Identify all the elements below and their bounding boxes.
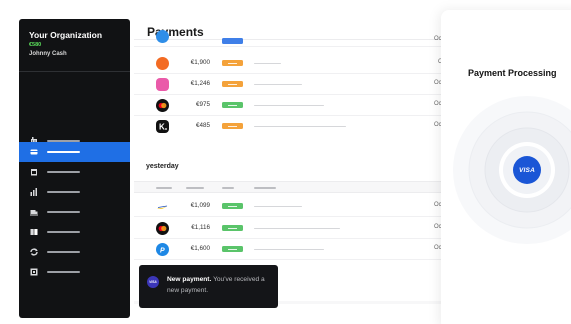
sidebar-item-shipping[interactable] (19, 202, 130, 222)
paypal-icon: P (160, 248, 165, 255)
table-header (134, 181, 454, 193)
sidebar: Your Organization €580 Johnny Cash (19, 19, 130, 318)
row-detail-line (254, 248, 324, 250)
payment-row[interactable]: €1,099 Oc (134, 196, 454, 217)
sidebar-item-label (47, 251, 80, 253)
chart-icon (30, 188, 37, 196)
status-pill (222, 81, 243, 87)
mastercard-icon (158, 225, 167, 232)
row-detail-line (254, 104, 324, 106)
truck-icon (30, 210, 38, 216)
sidebar-item-payments[interactable] (19, 142, 130, 162)
orange-logo (156, 57, 169, 70)
payment-row[interactable]: P €1,600 Oc (134, 239, 454, 260)
card-icon (30, 149, 38, 155)
status-pill (222, 203, 243, 209)
pink-logo (156, 78, 169, 91)
sidebar-item-label (47, 271, 80, 273)
payment-row[interactable]: K €485 Oc (134, 116, 454, 137)
status-pill (222, 225, 243, 231)
payment-row[interactable]: Oc (134, 30, 454, 47)
sidebar-item-label (47, 191, 80, 193)
header-col (222, 187, 234, 189)
klarna-logo: K (156, 120, 169, 133)
status-pill (222, 38, 243, 44)
payment-row[interactable]: €1,900 C (134, 53, 454, 74)
org-balance: €580 (29, 42, 42, 48)
banana-logo (156, 200, 169, 213)
status-pill (222, 246, 243, 252)
payment-toast[interactable]: VISA New payment. You've received a new … (139, 265, 278, 308)
sidebar-item-reports[interactable] (19, 182, 130, 202)
status-pill (222, 123, 243, 129)
blue-partial-logo (156, 30, 169, 43)
paypal-logo: P (156, 243, 169, 256)
sidebar-item-calendar[interactable] (19, 162, 130, 182)
status-pill (222, 102, 243, 108)
visa-logo: VISA (513, 156, 541, 184)
toast-text: New payment. You've received a new payme… (167, 274, 275, 296)
toast-title: New payment. (167, 276, 212, 283)
row-detail-line (254, 125, 346, 127)
org-header[interactable]: Your Organization €580 Johnny Cash (19, 19, 130, 71)
visa-badge-icon: VISA (147, 276, 159, 288)
payment-processing-card: Payment Processing VISA (441, 10, 571, 324)
payment-row[interactable]: €1,116 Oc (134, 218, 454, 239)
banana-icon (157, 205, 168, 209)
toast-brand: VISA (149, 280, 157, 284)
payment-amount: €485 (195, 122, 210, 129)
payment-amount: €1,116 (191, 224, 210, 231)
mastercard-logo (156, 99, 169, 112)
status-pill (222, 60, 243, 66)
header-col (254, 187, 276, 189)
klarna-icon: K (159, 123, 167, 132)
sidebar-item-label (47, 151, 80, 153)
sidebar-item-docs[interactable] (19, 222, 130, 242)
payment-row[interactable]: €975 Oc (134, 95, 454, 116)
card-title: Payment Processing (468, 68, 557, 78)
pulse-rings-icon (453, 96, 571, 244)
row-detail-line (254, 62, 281, 64)
sidebar-item-sync[interactable] (19, 242, 130, 262)
sidebar-divider (19, 71, 130, 72)
refresh-icon (30, 248, 38, 256)
section-label-yesterday: yesterday (146, 163, 179, 170)
sidebar-item-label (47, 211, 80, 213)
app-window: Your Organization €580 Johnny Cash Payme… (0, 0, 571, 324)
payment-row[interactable]: €1,246 Oc (134, 74, 454, 95)
svg-text:K: K (159, 123, 165, 132)
user-name: Johnny Cash (29, 51, 67, 57)
mastercard-icon (158, 102, 167, 109)
grid-icon (30, 268, 38, 276)
header-col (156, 187, 172, 189)
payment-amount: €1,600 (190, 245, 210, 252)
sidebar-item-label (47, 231, 80, 233)
header-col (186, 187, 204, 189)
sidebar-item-apps[interactable] (19, 262, 130, 282)
row-detail-line (254, 205, 302, 207)
book-icon (30, 229, 38, 235)
payment-amount: €1,246 (190, 80, 210, 87)
payment-amount: €1,099 (190, 202, 210, 209)
org-name: Your Organization (29, 30, 103, 40)
row-detail-line (254, 227, 340, 229)
mastercard-logo (156, 222, 169, 235)
visa-wordmark: VISA (519, 166, 535, 174)
svg-text:P: P (160, 248, 165, 255)
calendar-icon (31, 169, 37, 176)
payment-amount: €975 (195, 101, 210, 108)
row-detail-line (254, 83, 302, 85)
payment-amount: €1,900 (190, 59, 210, 66)
sidebar-item-label (47, 171, 80, 173)
